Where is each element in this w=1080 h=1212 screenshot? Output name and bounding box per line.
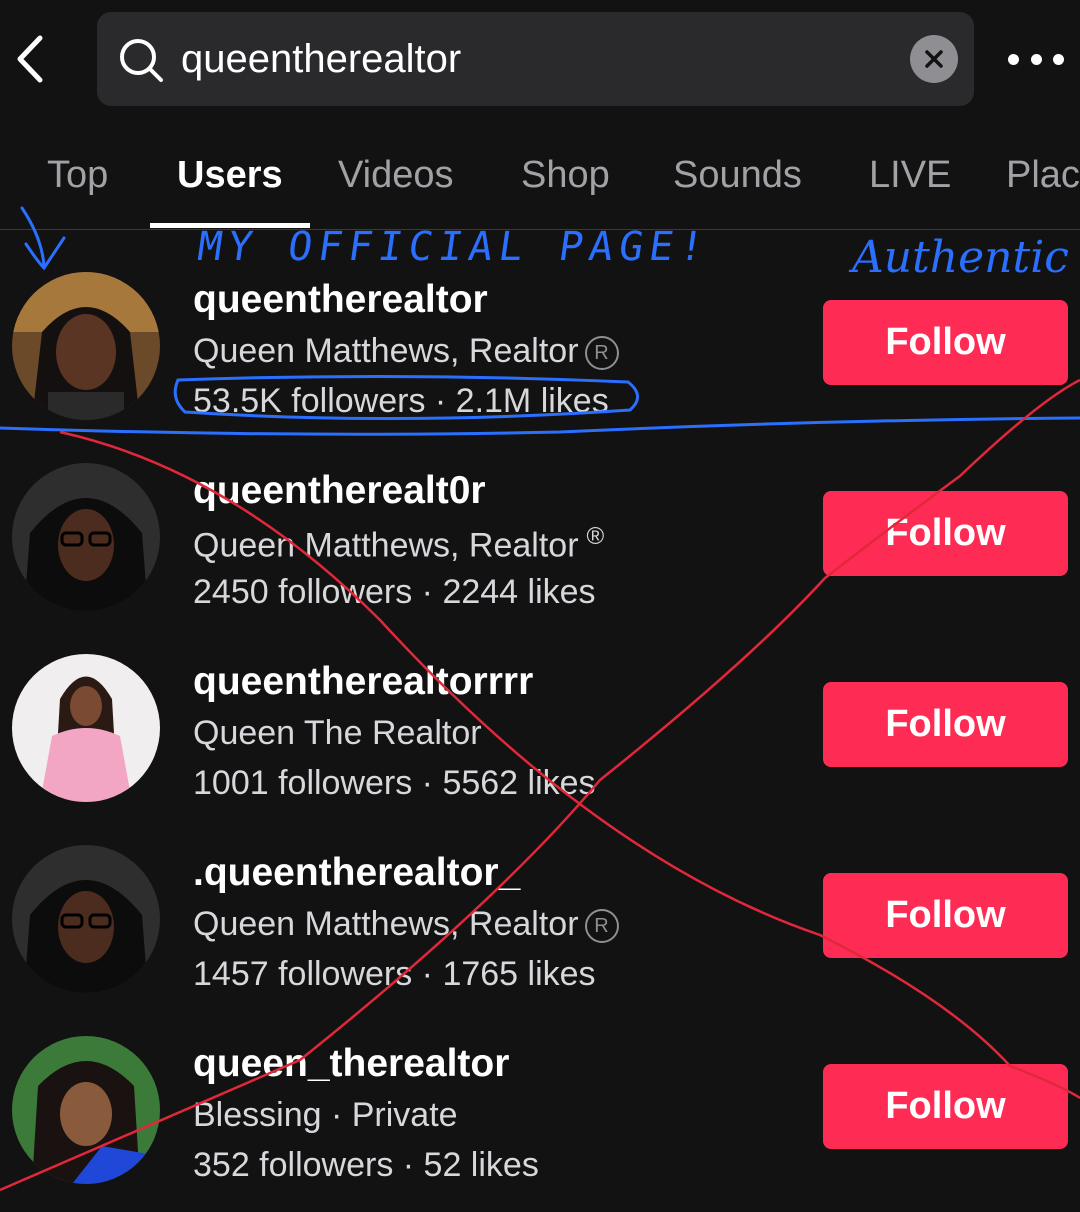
search-box[interactable] (97, 12, 974, 106)
result-username: queen_therealtor (193, 1042, 510, 1085)
result-stats: 1001 followers · 5562 likes (193, 764, 596, 802)
result-username: queentherealt0r (193, 469, 486, 512)
tab-sounds[interactable]: Sounds (673, 154, 802, 197)
display-name-text: Queen Matthews, Realtor (193, 332, 579, 370)
top-bar (0, 0, 1080, 118)
tab-top[interactable]: Top (47, 154, 108, 197)
follow-button[interactable]: Follow (823, 491, 1068, 576)
result-display-name: Queen Matthews, Realtor R (193, 332, 619, 371)
user-result[interactable]: queentherealtor Queen Matthews, Realtor R… (0, 270, 1080, 430)
user-result[interactable]: .queentherealtor_ Queen Matthews, Realto… (0, 843, 1080, 1003)
search-icon (120, 39, 163, 82)
tab-users[interactable]: Users (177, 154, 283, 197)
result-username: queentherealtorrrr (193, 660, 534, 703)
follow-button[interactable]: Follow (823, 1064, 1068, 1149)
registered-icon: R (584, 909, 619, 944)
result-stats: 1457 followers · 1765 likes (193, 955, 596, 993)
result-username: .queentherealtor_ (193, 851, 521, 894)
tab-places[interactable]: Plac (1006, 154, 1080, 197)
tab-shop[interactable]: Shop (521, 154, 610, 197)
follow-button[interactable]: Follow (823, 873, 1068, 958)
close-icon (925, 50, 943, 68)
user-result[interactable]: queen_therealtor Blessing · Private 352 … (0, 1034, 1080, 1194)
follow-button[interactable]: Follow (823, 300, 1068, 385)
result-display-name: Blessing · Private (193, 1096, 458, 1134)
user-result[interactable]: queentherealt0r Queen Matthews, Realtor ®… (0, 461, 1080, 621)
result-username: queentherealtor (193, 278, 488, 321)
avatar[interactable] (12, 1036, 160, 1184)
result-stats: 2450 followers · 2244 likes (193, 573, 596, 611)
annotation-official-note: MY OFFICIAL PAGE! (194, 224, 713, 270)
search-tabs: Top Users Videos Shop Sounds LIVE Plac (0, 118, 1080, 230)
tab-videos[interactable]: Videos (338, 154, 454, 197)
clear-search-button[interactable] (910, 35, 958, 83)
display-name-text: Queen Matthews, Realtor (193, 905, 579, 943)
more-horizontal-icon (1008, 53, 1019, 65)
result-stats: 53.5K followers · 2.1M likes (193, 382, 609, 420)
avatar[interactable] (12, 654, 160, 802)
back-button[interactable] (8, 28, 52, 90)
more-dot (1030, 53, 1042, 65)
more-dot (1053, 53, 1064, 65)
result-display-name: Queen Matthews, Realtor R (193, 905, 619, 944)
result-display-name: Queen The Realtor (193, 714, 482, 752)
avatar[interactable] (12, 845, 160, 993)
result-display-name: Queen Matthews, Realtor ® (193, 523, 604, 565)
avatar[interactable] (12, 463, 160, 611)
more-options-button[interactable] (1008, 44, 1064, 74)
chevron-left-icon (17, 35, 43, 83)
active-tab-indicator (150, 223, 310, 228)
search-input[interactable] (181, 32, 881, 86)
registered-icon: R (584, 336, 619, 371)
avatar[interactable] (12, 272, 160, 420)
result-stats: 352 followers · 52 likes (193, 1146, 539, 1184)
display-name-text: Queen Matthews, Realtor (193, 526, 579, 565)
user-result[interactable]: queentherealtorrrr Queen The Realtor 100… (0, 652, 1080, 812)
tab-live[interactable]: LIVE (869, 154, 951, 197)
follow-button[interactable]: Follow (823, 682, 1068, 767)
registered-icon: ® (586, 523, 605, 550)
